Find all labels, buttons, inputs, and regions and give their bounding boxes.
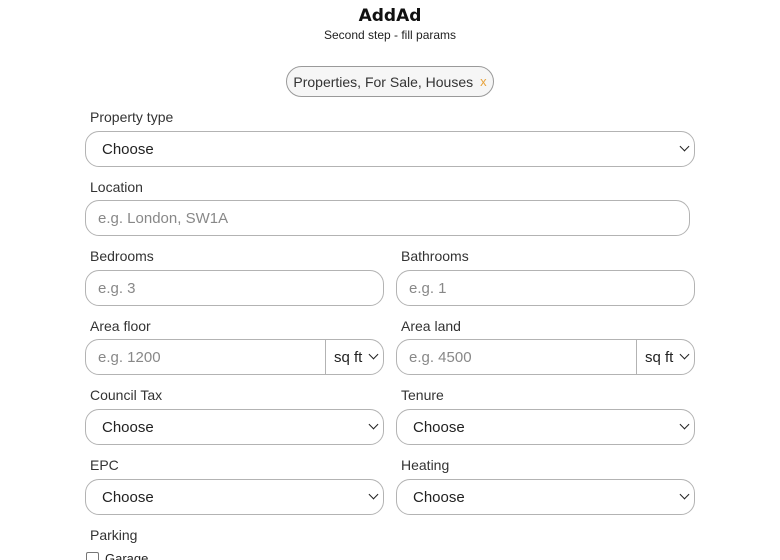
parking-label: Parking — [90, 527, 138, 543]
bathrooms-input[interactable]: e.g. 1 — [396, 270, 695, 306]
area-floor-unit-value: sq ft — [334, 348, 363, 366]
council-tax-value: Choose — [102, 418, 154, 436]
area-floor-unit-select[interactable]: sq ft — [325, 340, 383, 374]
epc-value: Choose — [102, 488, 154, 506]
council-tax-label: Council Tax — [90, 387, 163, 403]
area-floor-label: Area floor — [90, 318, 151, 334]
chevron-down-icon — [368, 419, 379, 430]
chevron-down-icon — [368, 489, 379, 500]
chevron-down-icon — [679, 141, 690, 152]
heating-label: Heating — [401, 457, 450, 473]
area-floor-group: e.g. 1200 sq ft — [85, 339, 384, 375]
category-chip-label: Properties, For Sale, Houses — [293, 73, 474, 90]
epc-label: EPC — [90, 457, 119, 473]
bedrooms-label: Bedrooms — [90, 248, 154, 264]
area-land-group: e.g. 4500 sq ft — [396, 339, 695, 375]
area-floor-placeholder: e.g. 1200 — [98, 348, 161, 366]
page-subtitle: Second step - fill params — [323, 28, 457, 42]
location-placeholder: e.g. London, SW1A — [98, 209, 229, 227]
category-chip: Properties, For Sale, Houses x — [286, 66, 494, 97]
tenure-label: Tenure — [401, 387, 444, 403]
property-type-label: Property type — [90, 109, 174, 125]
epc-select[interactable]: Choose — [85, 479, 384, 515]
location-input[interactable]: e.g. London, SW1A — [85, 200, 690, 236]
property-type-select[interactable]: Choose — [85, 131, 695, 167]
area-land-input[interactable]: e.g. 4500 — [397, 340, 636, 374]
bathrooms-label: Bathrooms — [401, 248, 469, 264]
council-tax-select[interactable]: Choose — [85, 409, 384, 445]
bathrooms-placeholder: e.g. 1 — [409, 279, 447, 297]
property-type-value: Choose — [102, 140, 154, 158]
chevron-down-icon — [679, 489, 690, 500]
area-land-placeholder: e.g. 4500 — [409, 348, 472, 366]
garage-label: Garage — [105, 551, 149, 560]
area-land-label: Area land — [401, 318, 461, 334]
area-land-unit-value: sq ft — [645, 348, 674, 366]
remove-category-button[interactable]: x — [480, 74, 487, 89]
bedrooms-placeholder: e.g. 3 — [98, 279, 136, 297]
parking-option-garage[interactable]: Garage — [86, 551, 148, 560]
location-label: Location — [90, 179, 143, 195]
chevron-down-icon — [679, 349, 690, 360]
tenure-value: Choose — [413, 418, 465, 436]
bedrooms-input[interactable]: e.g. 3 — [85, 270, 384, 306]
area-land-unit-select[interactable]: sq ft — [636, 340, 694, 374]
tenure-select[interactable]: Choose — [396, 409, 695, 445]
page-header: AddAd Second step - fill params — [0, 5, 780, 42]
heating-value: Choose — [413, 488, 465, 506]
chevron-down-icon — [368, 349, 379, 360]
chevron-down-icon — [679, 419, 690, 430]
area-floor-input[interactable]: e.g. 1200 — [86, 340, 325, 374]
page-title: AddAd — [358, 6, 422, 26]
heating-select[interactable]: Choose — [396, 479, 695, 515]
garage-checkbox[interactable] — [86, 552, 99, 560]
